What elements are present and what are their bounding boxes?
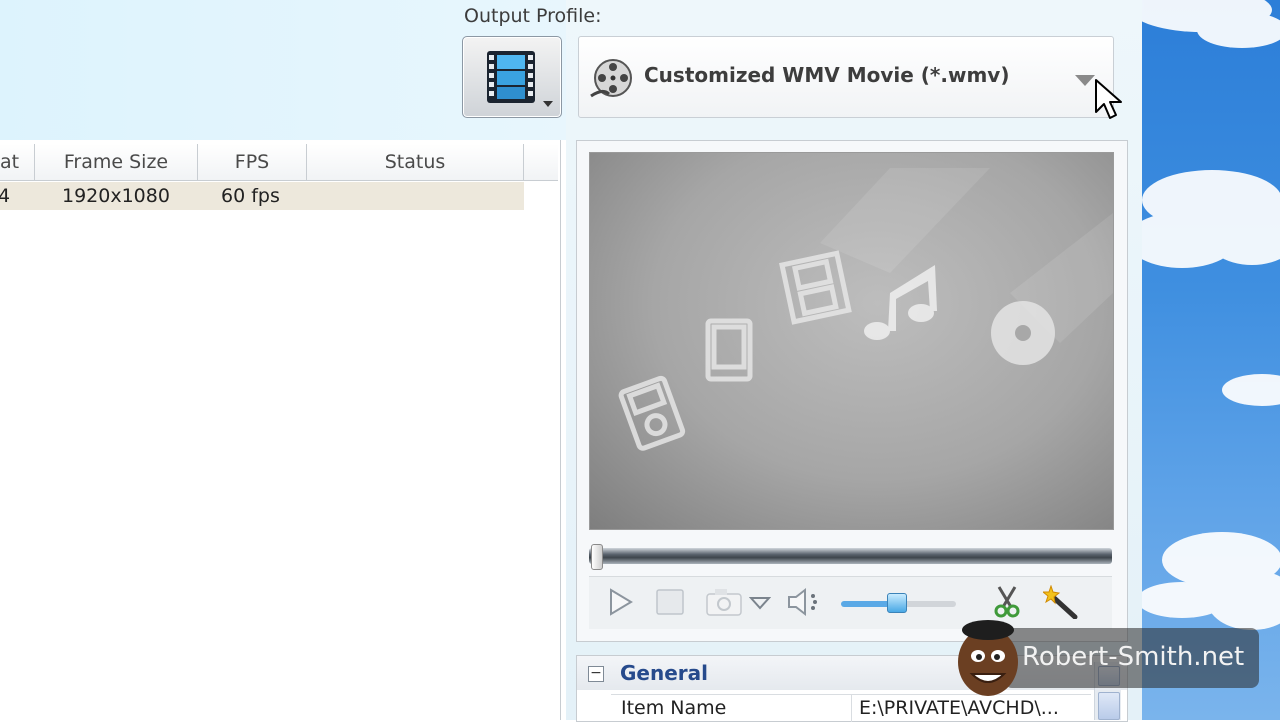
output-profile-label: Output Profile: (464, 5, 602, 27)
play-icon[interactable] (605, 587, 635, 621)
file-list: at Frame Size FPS Status 4 1920x1080 60 … (0, 140, 561, 720)
ipod-icon (618, 375, 686, 451)
property-key: Item Name (621, 697, 727, 719)
cell-format: 4 (0, 185, 11, 207)
tablet-icon (705, 318, 753, 382)
selected-profile-text: Customized WMV Movie (*.wmv) (644, 63, 1010, 87)
film-strip-icon (485, 49, 537, 109)
chevron-down-icon (543, 101, 553, 107)
column-fps[interactable]: FPS (198, 144, 307, 180)
chevron-down-icon[interactable] (748, 595, 772, 614)
disc-icon (991, 301, 1055, 365)
property-divider (851, 695, 852, 722)
speaker-icon[interactable] (785, 587, 825, 621)
volume-thumb[interactable] (887, 593, 907, 613)
mouse-cursor-icon (1094, 78, 1124, 128)
watermark-text: Robert-Smith.net (1022, 642, 1245, 672)
seek-slider[interactable] (589, 544, 1112, 570)
preview-screen (589, 152, 1114, 530)
column-format[interactable]: at (0, 144, 35, 180)
clouds-image (1142, 0, 1280, 630)
profile-category-button[interactable] (462, 36, 562, 118)
cell-frame-size: 1920x1080 (62, 185, 170, 207)
avatar (950, 618, 1022, 702)
film-reel-icon (587, 58, 635, 104)
media-illustration (618, 168, 1113, 451)
dropdown-arrow-icon[interactable] (1075, 75, 1095, 86)
seek-thumb[interactable] (591, 544, 603, 570)
output-profile-dropdown[interactable]: Customized WMV Movie (*.wmv) (578, 36, 1114, 118)
camera-icon[interactable] (705, 587, 743, 621)
scroll-thumb[interactable] (1098, 692, 1120, 720)
column-frame-size[interactable]: Frame Size (35, 144, 198, 180)
cell-fps: 60 fps (221, 185, 280, 207)
collapse-toggle[interactable]: − (588, 666, 604, 682)
stop-icon[interactable] (655, 587, 685, 621)
section-title: General (620, 661, 708, 685)
seek-track[interactable] (589, 548, 1112, 564)
table-row[interactable]: 4 1920x1080 60 fps (0, 182, 524, 210)
watermark: Robert-Smith.net (950, 618, 1260, 696)
column-status[interactable]: Status (307, 144, 524, 180)
desktop-background (1142, 0, 1280, 720)
film-strip-icon (779, 250, 852, 325)
file-list-header: at Frame Size FPS Status (0, 144, 558, 181)
music-note-icon (864, 265, 937, 340)
